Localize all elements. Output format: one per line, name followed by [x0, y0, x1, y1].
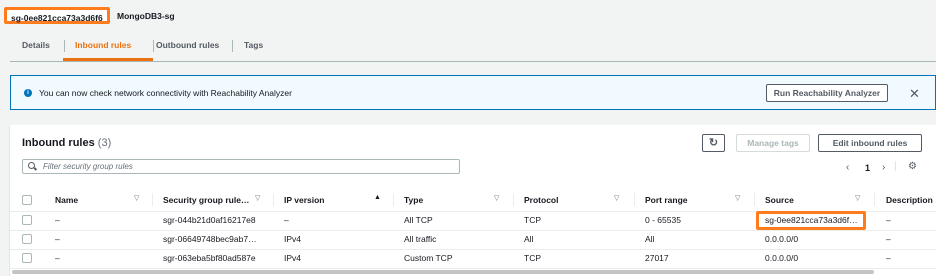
row-checkbox[interactable] [22, 234, 32, 244]
refresh-button[interactable]: ↻ [702, 134, 725, 152]
previous-page-icon[interactable]: ‹ [846, 162, 849, 173]
edit-inbound-rules-button[interactable]: Edit inbound rules [818, 134, 922, 152]
title-row: sg-0ee821cca73a3d6f6 MongoDB3-sg [0, 0, 936, 32]
panel-title: Inbound rules (3) [22, 137, 111, 149]
tab-bar: Details Inbound rules Outbound rules Tag… [10, 33, 936, 62]
column-separator [634, 193, 635, 206]
column-source[interactable]: Source [765, 195, 794, 205]
next-page-icon[interactable]: › [882, 162, 885, 173]
column-ip-version[interactable]: IP version [284, 195, 324, 205]
tab-separator [232, 40, 233, 52]
cell-type: Custom TCP [404, 253, 453, 263]
tab-outbound-rules[interactable]: Outbound rules [156, 40, 219, 50]
filter-input[interactable]: Filter security group rules [22, 159, 460, 174]
cell-port-range: 27017 [645, 253, 669, 263]
cell-ip-version: IPv4 [284, 253, 302, 263]
page-number[interactable]: 1 [865, 163, 870, 173]
row-checkbox[interactable] [22, 215, 32, 225]
select-all-checkbox[interactable] [22, 195, 32, 205]
table-header: Name ▽ Security group rule… ▽ IP version… [10, 189, 936, 212]
column-separator [754, 193, 755, 206]
cell-name: – [55, 215, 60, 225]
sort-icon[interactable]: ▽ [614, 194, 619, 202]
refresh-icon: ↻ [708, 137, 719, 149]
sort-icon[interactable]: ▽ [855, 194, 860, 202]
cell-source[interactable]: sg-0ee821cca73a3d6f… [765, 215, 858, 225]
banner-message: You can now check network connectivity w… [39, 88, 292, 98]
column-port-range[interactable]: Port range [645, 195, 688, 205]
cell-protocol: TCP [524, 253, 541, 263]
rule-count: (3) [97, 137, 112, 149]
cell-port-range: 0 - 65535 [645, 215, 681, 225]
cell-port-range: All [645, 234, 655, 244]
info-icon: i [24, 89, 32, 97]
filter-placeholder: Filter security group rules [43, 162, 133, 171]
search-icon [28, 162, 35, 169]
gear-icon[interactable]: ⚙ [908, 161, 917, 172]
sort-icon[interactable]: ▽ [255, 194, 260, 202]
tab-separator [153, 40, 154, 52]
tab-tags[interactable]: Tags [244, 40, 263, 50]
close-icon[interactable]: ✕ [909, 86, 920, 102]
column-separator [874, 193, 875, 206]
column-rule-id[interactable]: Security group rule… [163, 195, 249, 205]
cell-description: – [886, 234, 891, 244]
horizontal-scrollbar[interactable] [12, 270, 874, 274]
table-row[interactable]: – sgr-044b21d0af16217e8 – All TCP TCP 0 … [10, 211, 936, 231]
cell-source: 0.0.0.0/0 [765, 253, 799, 263]
tab-inbound-rules[interactable]: Inbound rules [75, 40, 131, 50]
pager-separator: | [894, 161, 897, 172]
column-separator [152, 193, 153, 206]
column-description[interactable]: Description [886, 195, 933, 205]
run-reachability-analyzer-button[interactable]: Run Reachability Analyzer [766, 84, 888, 102]
cell-ip-version: IPv4 [284, 234, 302, 244]
sort-icon[interactable]: ▽ [735, 194, 740, 202]
security-group-name: MongoDB3-sg [117, 11, 175, 21]
sort-icon[interactable]: ▽ [134, 194, 139, 202]
cell-protocol: TCP [524, 215, 541, 225]
info-banner: i You can now check network connectivity… [10, 75, 936, 110]
column-separator [513, 193, 514, 206]
column-separator [393, 193, 394, 206]
tab-details[interactable]: Details [22, 40, 50, 50]
row-checkbox[interactable] [22, 253, 32, 263]
cell-description: – [886, 253, 891, 263]
table-row[interactable]: – sgr-063eba5bf80ad587e IPv4 Custom TCP … [10, 249, 936, 269]
column-protocol[interactable]: Protocol [524, 195, 558, 205]
cell-type: All TCP [404, 215, 433, 225]
column-separator [273, 193, 274, 206]
cell-description: – [886, 215, 891, 225]
cell-rule-id: sgr-044b21d0af16217e8 [163, 215, 256, 225]
cell-protocol: All [524, 234, 534, 244]
cell-name: – [55, 253, 60, 263]
table-row[interactable]: – sgr-06649748bec9ab7… IPv4 All traffic … [10, 230, 936, 250]
sort-ascending-icon[interactable]: ▲ [374, 194, 381, 201]
active-tab-indicator [63, 58, 153, 61]
security-group-id: sg-0ee821cca73a3d6f6 [4, 7, 110, 24]
cell-type: All traffic [404, 234, 437, 244]
manage-tags-button[interactable]: Manage tags [736, 134, 810, 152]
cell-rule-id: sgr-06649748bec9ab7… [163, 234, 257, 244]
inbound-rules-panel: Inbound rules (3) ↻ Manage tags Edit inb… [10, 125, 936, 276]
column-name[interactable]: Name [55, 195, 78, 205]
cell-ip-version: – [284, 215, 289, 225]
sort-icon[interactable]: ▽ [494, 194, 499, 202]
tab-separator [64, 40, 65, 52]
column-type[interactable]: Type [404, 195, 423, 205]
panel-title-text: Inbound rules [22, 137, 95, 149]
cell-source: 0.0.0.0/0 [765, 234, 799, 244]
cell-rule-id: sgr-063eba5bf80ad587e [163, 253, 256, 263]
cell-name: – [55, 234, 60, 244]
